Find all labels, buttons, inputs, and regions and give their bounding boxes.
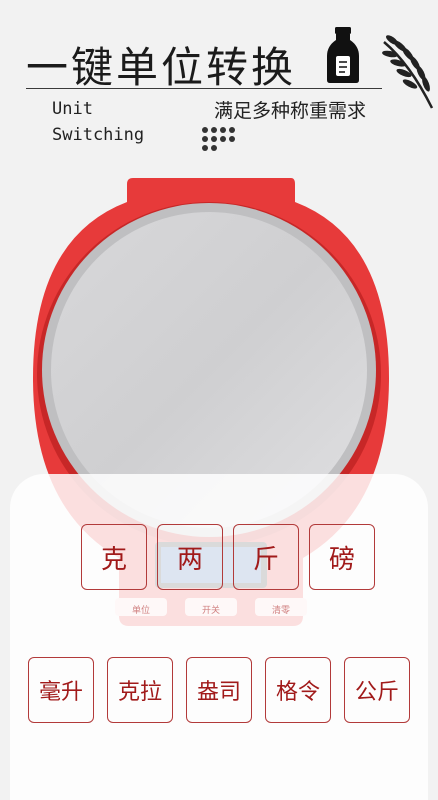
unit-jin-button[interactable]: 斤 [233, 524, 299, 590]
unit-options-panel [10, 474, 428, 800]
unit-liang-button[interactable]: 两 [157, 524, 223, 590]
unit-milliliter-button[interactable]: 毫升 [28, 657, 94, 723]
subtitle-chinese: 满足多种称重需求 [214, 100, 367, 122]
page-title: 一键单位转换 [26, 43, 297, 92]
scale-unit-button: 单位 [131, 605, 150, 616]
unit-carat-button[interactable]: 克拉 [107, 657, 173, 723]
milk-bottle-icon [327, 27, 359, 83]
unit-gram-button[interactable]: 克 [81, 524, 147, 590]
unit-pound-button[interactable]: 磅 [309, 524, 375, 590]
unit-kilogram-button[interactable]: 公斤 [344, 657, 410, 723]
scale-tare-button: 清零 [271, 605, 290, 616]
wheat-icon [382, 35, 434, 109]
dots-decoration [202, 127, 242, 151]
unit-ounce-button[interactable]: 盎司 [186, 657, 252, 723]
subtitle-english: Unit Switching [52, 99, 145, 145]
scale-power-button: 开关 [201, 605, 220, 616]
title-divider [26, 88, 382, 89]
unit-grain-button[interactable]: 格令 [265, 657, 331, 723]
